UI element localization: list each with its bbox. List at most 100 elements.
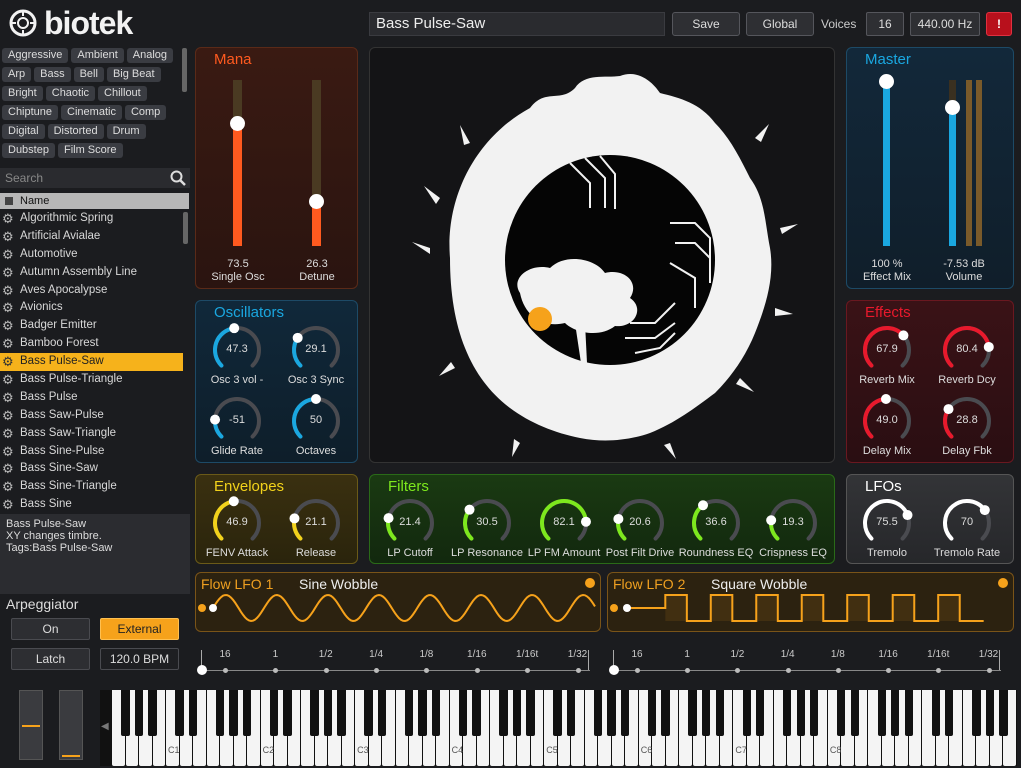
black-key[interactable] (945, 690, 954, 736)
tag-scrollbar[interactable] (182, 48, 187, 92)
black-key[interactable] (566, 690, 576, 736)
black-key[interactable] (593, 690, 603, 736)
preset-list-item[interactable]: ⚙ Avionics (0, 299, 183, 317)
save-button[interactable]: Save (672, 12, 740, 36)
black-key[interactable] (904, 690, 913, 736)
pitch-wheel[interactable] (19, 690, 43, 760)
global-button[interactable]: Global (746, 12, 814, 36)
black-key[interactable] (702, 690, 711, 736)
preset-list-item[interactable]: ⚙ Bass Sine-Triangle (0, 478, 183, 496)
tag-chip[interactable]: Chillout (98, 86, 147, 101)
black-key[interactable] (310, 690, 319, 736)
alert-button[interactable]: ! (986, 12, 1012, 36)
black-key[interactable] (377, 690, 387, 736)
preset-list-item[interactable]: ⚙ Bass Pulse-Triangle (0, 371, 183, 389)
black-key[interactable] (472, 690, 481, 736)
list-column-header[interactable]: Name (0, 193, 189, 209)
preset-list-item[interactable]: ⚙ Automotive (0, 246, 183, 264)
black-key[interactable] (418, 690, 427, 736)
voices-field[interactable]: 16 (866, 12, 904, 36)
rate-slider-thumb[interactable] (609, 665, 619, 675)
preset-list-item[interactable]: ⚙ Bass Pulse (0, 389, 183, 407)
flow-lfo-1-wave[interactable] (196, 591, 602, 633)
black-key[interactable] (337, 690, 346, 736)
arp-latch-button[interactable]: Latch (11, 648, 90, 670)
black-key[interactable] (647, 690, 657, 736)
tuning-field[interactable]: 440.00 Hz (910, 12, 980, 36)
black-key[interactable] (364, 690, 373, 736)
black-key[interactable] (283, 690, 292, 736)
search-icon[interactable] (170, 170, 186, 186)
black-key[interactable] (404, 690, 414, 736)
tag-chip[interactable]: Analog (126, 48, 174, 63)
black-key[interactable] (783, 690, 792, 736)
preset-list-item[interactable]: ⚙ Bamboo Forest (0, 335, 183, 353)
black-key[interactable] (891, 690, 900, 736)
black-key[interactable] (607, 690, 616, 736)
flow-lfo-2-indicator[interactable] (998, 578, 1008, 588)
black-key[interactable] (148, 690, 157, 736)
preset-list-item[interactable]: ⚙ Bass Saw-Triangle (0, 425, 183, 443)
effect-mix-thumb[interactable] (879, 74, 894, 89)
black-key[interactable] (499, 690, 508, 736)
xy-pad-cursor[interactable] (528, 307, 552, 331)
mana-slider-thumb[interactable] (230, 115, 245, 131)
black-key[interactable] (972, 690, 981, 736)
arp-on-button[interactable]: On (11, 618, 90, 640)
black-key[interactable] (242, 690, 252, 736)
tag-chip[interactable]: Bright (2, 86, 43, 101)
black-key[interactable] (715, 690, 724, 736)
flow-lfo-2-panel[interactable]: Flow LFO 2 Square Wobble (607, 572, 1014, 632)
rate-slider-track[interactable] (613, 670, 1001, 671)
black-key[interactable] (188, 690, 198, 736)
flow-lfo-1-panel[interactable]: Flow LFO 1 Sine Wobble (195, 572, 601, 632)
list-header-checkbox[interactable] (5, 197, 13, 205)
black-key[interactable] (742, 690, 751, 736)
arp-bpm-field[interactable]: 120.0 BPM (100, 648, 179, 670)
black-key[interactable] (175, 690, 184, 736)
tag-chip[interactable]: Big Beat (106, 67, 161, 82)
tag-chip[interactable]: Arp (2, 67, 32, 82)
rate-slider-thumb[interactable] (197, 665, 207, 675)
mod-wheel[interactable] (59, 690, 83, 760)
black-key[interactable] (269, 690, 279, 736)
black-key[interactable] (877, 690, 886, 736)
preset-list-item[interactable]: ⚙ Badger Emitter (0, 317, 183, 335)
black-key[interactable] (431, 690, 441, 736)
black-key[interactable] (526, 690, 535, 736)
black-key[interactable] (553, 690, 562, 736)
tag-chip[interactable]: Bell (73, 67, 104, 82)
preset-list-item[interactable]: ⚙ Algorithmic Spring (0, 210, 183, 228)
piano-keyboard[interactable]: C1 C2 C3 C4 C5 C6 C7 C8 (100, 690, 1017, 766)
black-key[interactable] (810, 690, 819, 736)
black-key[interactable] (458, 690, 468, 736)
tag-chip[interactable]: Bass (34, 67, 71, 82)
black-key[interactable] (323, 690, 333, 736)
flow-lfo-2-name[interactable]: Square Wobble (711, 576, 807, 592)
xy-pad[interactable] (369, 47, 835, 463)
flow-lfo-2-wave[interactable] (608, 591, 1015, 633)
preset-list-item[interactable]: ⚙ Autumn Assembly Line (0, 264, 183, 282)
tag-chip[interactable]: Digital (2, 124, 45, 139)
tag-chip[interactable]: Chiptune (2, 105, 59, 120)
tag-chip[interactable]: Dubstep (2, 143, 55, 158)
tag-chip[interactable]: Aggressive (2, 48, 69, 63)
tag-chip[interactable]: Drum (106, 124, 146, 139)
black-key[interactable] (837, 690, 846, 736)
tag-chip[interactable]: Comp (124, 105, 167, 120)
tag-chip[interactable]: Ambient (71, 48, 124, 63)
preset-list-item[interactable]: ⚙ Aves Apocalypse (0, 282, 183, 300)
flow-lfo-1-indicator[interactable] (585, 578, 595, 588)
black-key[interactable] (850, 690, 859, 736)
black-key[interactable] (134, 690, 144, 736)
preset-list-item[interactable]: ⚙ Artificial Avialae (0, 228, 183, 246)
black-key[interactable] (756, 690, 765, 736)
preset-list-item[interactable]: ⚙ Bass Pulse-Saw (0, 353, 183, 372)
tag-chip[interactable]: Film Score (57, 143, 123, 158)
preset-list-item[interactable]: ⚙ Bass Sine (0, 496, 183, 510)
black-key[interactable] (999, 690, 1008, 736)
black-key[interactable] (215, 690, 225, 736)
black-key[interactable] (985, 690, 995, 736)
black-key[interactable] (688, 690, 697, 736)
black-key[interactable] (931, 690, 940, 736)
